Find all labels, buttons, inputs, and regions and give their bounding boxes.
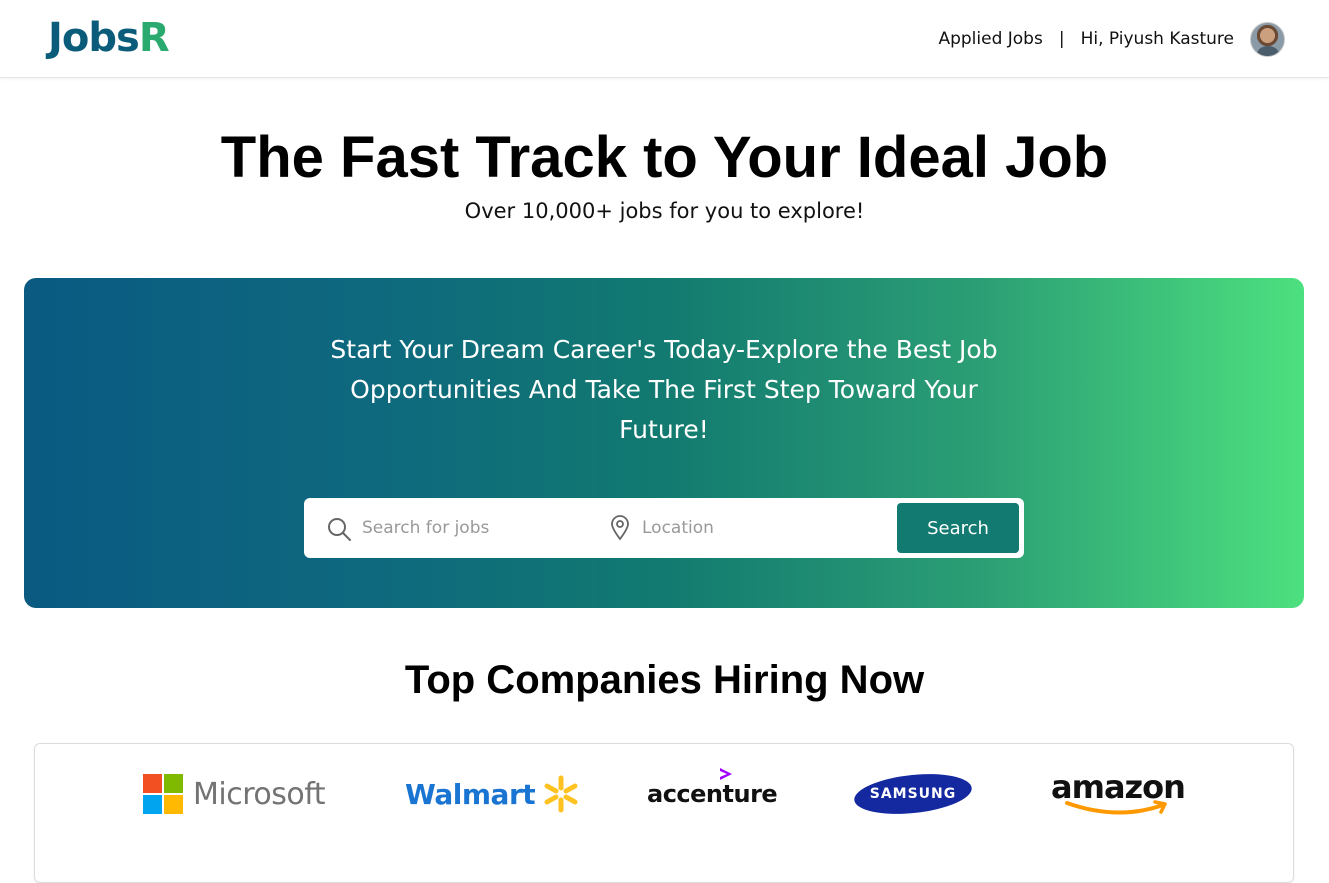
banner-tagline: Start Your Dream Career's Today-Explore …	[330, 335, 998, 444]
company-logo-walmart[interactable]: Walmart	[405, 766, 581, 822]
accenture-chevron-icon	[720, 768, 732, 780]
search-icon	[328, 518, 351, 541]
microsoft-grid-icon	[143, 774, 183, 814]
nav-separator: |	[1058, 29, 1065, 49]
section-title-companies: Top Companies Hiring Now	[404, 658, 925, 702]
search-button[interactable]: Search	[897, 503, 1019, 553]
applied-jobs-link[interactable]: Applied Jobs	[938, 29, 1042, 49]
amazon-smile-icon	[1065, 800, 1167, 815]
logo-text-jobs: Jobs	[48, 15, 140, 61]
jobsr-logo[interactable]: JobsR	[48, 14, 170, 62]
page-title: The Fast Track to Your Ideal Job	[220, 125, 1109, 190]
location-input[interactable]	[642, 508, 872, 548]
job-search-bar: Search	[304, 498, 1024, 558]
company-logo-samsung[interactable]: SAMSUNG	[853, 766, 973, 822]
accenture-wordmark: accenture	[647, 768, 778, 808]
company-logo-amazon[interactable]: amazon	[1051, 766, 1186, 822]
user-greeting: Hi, Piyush Kasture	[1080, 29, 1234, 49]
walmart-spark-icon	[544, 775, 578, 813]
company-logo-accenture[interactable]: accenture	[647, 766, 778, 822]
search-input[interactable]	[362, 508, 592, 548]
company-name: accenture	[647, 780, 778, 808]
nav-menu: Applied Jobs | Hi, Piyush Kasture	[938, 20, 1285, 58]
user-avatar[interactable]	[1250, 21, 1285, 57]
location-pin-icon	[611, 515, 629, 541]
hero-banner: Start Your Dream Career's Today-Explore …	[24, 278, 1304, 608]
top-navbar: JobsR Applied Jobs | Hi, Piyush Kasture	[0, 0, 1329, 78]
company-name: Walmart	[405, 777, 536, 811]
companies-carousel: Microsoft Walmart accenture SAMSUNG amaz…	[34, 743, 1294, 883]
company-name: Microsoft	[193, 776, 326, 812]
company-logo-microsoft[interactable]: Microsoft	[143, 766, 326, 822]
amazon-wordmark: amazon	[1051, 769, 1186, 819]
page-subtitle: Over 10,000+ jobs for you to explore!	[464, 199, 865, 223]
samsung-oval: SAMSUNG	[853, 773, 973, 815]
company-name: SAMSUNG	[869, 786, 957, 802]
logo-text-r: R	[138, 15, 170, 61]
